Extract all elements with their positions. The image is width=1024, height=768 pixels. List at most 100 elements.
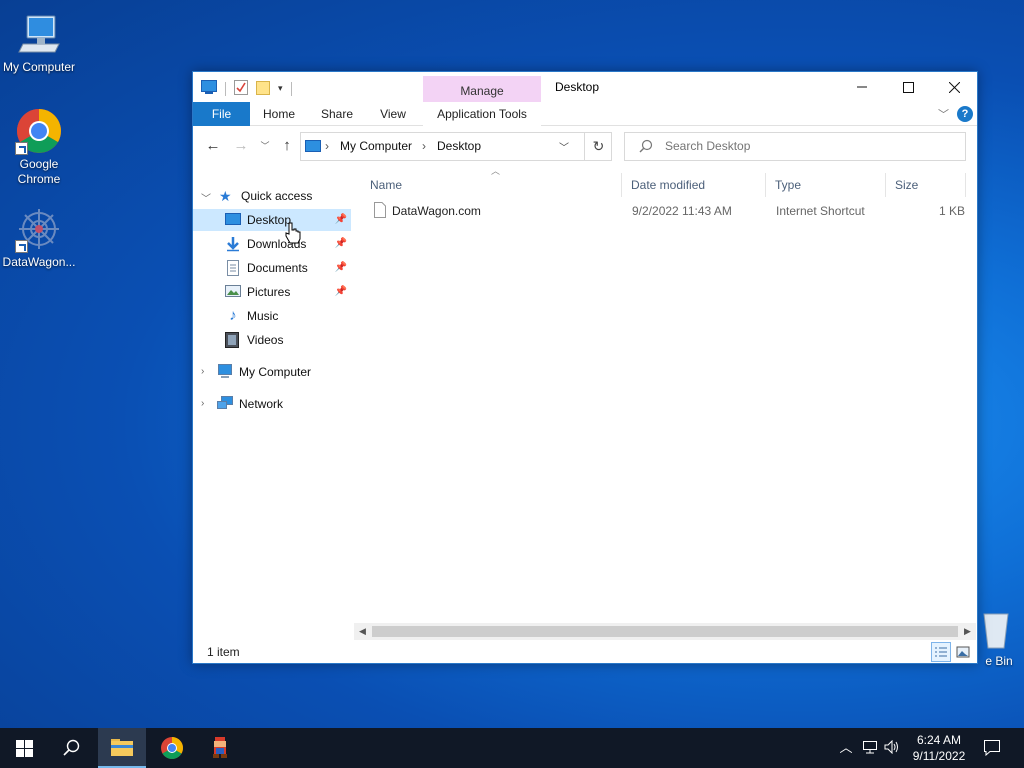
tab-view[interactable]: View [369,102,417,126]
search-box[interactable] [624,132,966,161]
tab-application-tools[interactable]: Application Tools [423,102,541,126]
chrome-icon [161,737,183,759]
desktop-icon-google-chrome[interactable]: Google Chrome [1,107,77,187]
windows-logo-icon [15,739,33,757]
mario-icon [213,737,227,758]
taskbar-file-explorer[interactable] [98,728,146,768]
close-button[interactable] [931,72,977,102]
quick-access-toolbar: ▾ [201,79,292,98]
taskbar-google-chrome[interactable] [148,728,196,768]
notifications-icon[interactable] [983,739,1001,757]
nav-quick-access[interactable]: ★ Quick access [193,185,351,207]
column-header-name[interactable]: Name [361,173,622,197]
scroll-right-icon[interactable]: ▶ [959,623,976,640]
search-input[interactable] [665,139,955,153]
help-button[interactable]: ? [957,106,973,122]
shortcut-arrow-icon [15,240,28,253]
nav-item-documents[interactable]: Documents 📌 [193,257,351,279]
pin-icon[interactable]: 📌 [335,286,347,297]
forward-button[interactable]: → [231,136,251,156]
crumb-separator-icon[interactable]: › [325,139,329,153]
nav-item-downloads[interactable]: Downloads 📌 [193,233,351,255]
nav-label: Pictures [247,285,291,299]
window-title: Desktop [555,80,600,94]
folder-icon [111,739,133,756]
tab-share[interactable]: Share [313,102,361,126]
file-list: ︿ Name Date modified Type Size DataWagon… [361,166,976,628]
horizontal-scrollbar[interactable]: ◀ ▶ [354,623,976,640]
nav-my-computer[interactable]: My Computer [193,361,351,383]
nav-item-videos[interactable]: Videos [193,329,351,351]
address-row: ← → ﹀ ↑ › My Computer › Desktop ﹀ ↻ [193,127,977,167]
manage-tab-label[interactable]: Manage [423,84,541,98]
pin-icon[interactable]: 📌 [335,238,347,249]
desktop-icon-my-computer[interactable]: My Computer [1,10,77,75]
scroll-left-icon[interactable]: ◀ [354,623,371,640]
minimize-button[interactable] [839,72,885,102]
shortcut-arrow-icon [15,142,28,155]
address-dropdown-icon[interactable]: ﹀ [559,139,569,154]
up-button[interactable]: ↑ [277,136,297,156]
show-hidden-icons-icon[interactable]: ︿ [838,740,854,756]
desktop-icon-label: DataWagon... [2,255,76,269]
nav-label: Videos [247,333,284,347]
breadcrumb-desktop[interactable]: Desktop [437,139,481,153]
toolbar-separator [290,81,292,96]
tab-home[interactable]: Home [255,102,303,126]
desktop-icon-label: Google Chrome [17,157,61,186]
tab-file[interactable]: File [193,102,250,126]
nav-label: Documents [247,261,308,275]
pictures-icon [225,284,241,300]
clock-date: 9/11/2022 [912,749,966,763]
search-taskbar-button[interactable] [48,728,96,768]
pin-icon[interactable]: 📌 [335,262,347,273]
desktop-icon-datawagon[interactable]: DataWagon... [1,205,77,270]
refresh-button[interactable]: ↻ [584,132,612,161]
address-bar[interactable]: › My Computer › Desktop ﹀ [300,132,612,161]
nav-item-pictures[interactable]: Pictures 📌 [193,281,351,303]
file-explorer-window: ▾ Manage Desktop File Home Share View Ap… [192,71,978,664]
properties-icon[interactable] [234,79,248,98]
volume-icon[interactable] [884,739,900,756]
navigation-pane: ﹀ ★ Quick access Desktop 📌 Downloads 📌 D… [193,184,351,634]
details-view-button[interactable] [931,642,951,662]
column-header-size[interactable]: Size [886,173,966,197]
file-name: DataWagon.com [392,204,481,218]
network-status-icon[interactable] [862,740,878,756]
customize-qat-icon[interactable]: ▾ [278,83,283,94]
desktop-location-icon [305,140,321,156]
datawagon-icon [15,205,63,253]
download-icon [225,236,241,252]
clock-time: 6:24 AM [916,733,962,747]
chrome-icon [15,107,63,155]
nav-network[interactable]: Network [193,393,351,415]
explorer-app-icon[interactable] [201,80,217,97]
taskbar-clock[interactable]: 6:24 AM 9/11/2022 [906,732,972,764]
pin-icon[interactable]: 📌 [335,214,347,225]
desktop-icon-label: My Computer [2,60,76,74]
start-button[interactable] [0,728,48,768]
scroll-thumb[interactable] [372,626,958,637]
file-date-modified: 9/2/2022 11:43 AM [632,204,732,218]
network-icon [217,396,233,412]
search-icon [63,739,80,756]
large-icons-view-button[interactable] [953,642,973,662]
taskbar: ︿ 6:24 AM 9/11/2022 [0,728,1024,768]
column-header-date-modified[interactable]: Date modified [622,173,766,197]
nav-label: My Computer [239,365,312,379]
taskbar-pinned-app[interactable] [196,728,244,768]
file-row[interactable]: DataWagon.com 9/2/2022 11:43 AM Internet… [370,200,970,222]
crumb-separator-icon[interactable]: › [422,139,426,153]
item-count: 1 item [207,645,240,659]
new-folder-icon[interactable] [256,79,270,98]
back-button[interactable]: ← [203,136,223,156]
breadcrumb-my-computer[interactable]: My Computer [340,139,412,153]
nav-item-music[interactable]: ♪ Music [193,305,351,327]
nav-label: Network [239,397,284,411]
recent-locations-icon[interactable]: ﹀ [255,136,275,156]
ribbon-tab-bar: File Home Share View Application Tools ﹀… [193,102,977,126]
expand-ribbon-icon[interactable]: ﹀ [938,106,949,122]
column-header-type[interactable]: Type [766,173,886,197]
nav-item-desktop[interactable]: Desktop 📌 [193,209,351,231]
maximize-button[interactable] [885,72,931,102]
